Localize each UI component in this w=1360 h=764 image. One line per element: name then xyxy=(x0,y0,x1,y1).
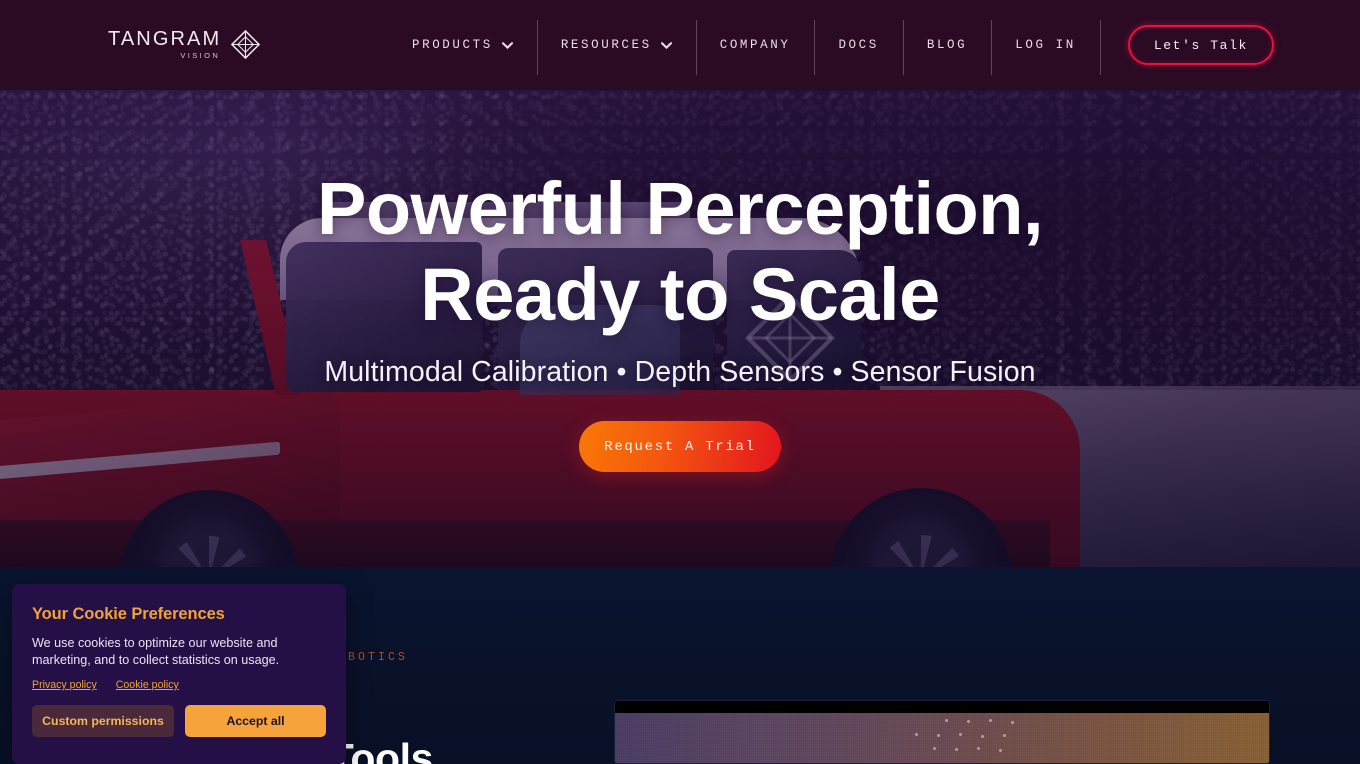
chevron-down-icon xyxy=(501,36,513,54)
cookie-preferences-dialog: Your Cookie Preferences We use cookies t… xyxy=(12,584,346,764)
tangram-diamond-logo-icon xyxy=(231,29,261,60)
chevron-down-icon xyxy=(660,36,672,54)
nav-item-resources-label: RESOURCES xyxy=(560,38,652,52)
nav-item-company[interactable]: COMPANY xyxy=(695,0,815,90)
nav-item-log-in[interactable]: LOG IN xyxy=(991,0,1100,90)
cookie-dialog-title: Your Cookie Preferences xyxy=(32,605,225,623)
nav-item-login-label: LOG IN xyxy=(1015,38,1076,52)
nav-cta-cell: Let's Talk xyxy=(1099,0,1274,90)
page-root: TANGRAM VISION PRODUCTS RESOURCES COMPAN… xyxy=(0,0,1360,764)
cookie-policy-link[interactable]: Cookie policy xyxy=(116,679,179,691)
nav-item-products-label: PRODUCTS xyxy=(412,38,493,52)
cookie-dialog-body: We use cookies to optimize our website a… xyxy=(32,636,280,667)
hero-section: Powerful Perception, Ready to Scale Mult… xyxy=(0,90,1360,567)
hero-title-line-2: Ready to Scale xyxy=(420,253,940,336)
brand-name: TANGRAM xyxy=(108,28,222,50)
section-media-panel[interactable] xyxy=(614,700,1270,764)
nav-item-products[interactable]: PRODUCTS xyxy=(388,0,537,90)
request-a-trial-button-label: Request A Trial xyxy=(604,438,756,455)
hero-subtitle: Multimodal Calibration • Depth Sensors •… xyxy=(324,356,1036,388)
nav-item-docs-label: DOCS xyxy=(838,38,879,52)
cookie-dialog-actions: Custom permissions Accept all xyxy=(32,705,326,737)
accept-all-button[interactable]: Accept all xyxy=(184,705,326,737)
custom-permissions-button[interactable]: Custom permissions xyxy=(32,705,174,737)
nav-item-docs[interactable]: DOCS xyxy=(814,0,902,90)
hero-title: Powerful Perception, Ready to Scale xyxy=(180,166,1180,338)
cookie-dialog-links: Privacy policy Cookie policy xyxy=(32,679,326,691)
hero-content: Powerful Perception, Ready to Scale Mult… xyxy=(0,90,1360,567)
section-media-dots xyxy=(615,713,1269,763)
lets-talk-button[interactable]: Let's Talk xyxy=(1127,25,1274,65)
section-media-image xyxy=(615,713,1269,763)
brand-logo[interactable]: TANGRAM VISION xyxy=(108,28,261,61)
top-navigation-bar: TANGRAM VISION PRODUCTS RESOURCES COMPAN… xyxy=(0,0,1360,90)
brand-logo-text: TANGRAM VISION xyxy=(108,28,221,61)
nav-item-blog[interactable]: BLOG xyxy=(902,0,991,90)
lets-talk-button-label: Let's Talk xyxy=(1153,38,1248,53)
nav-item-resources[interactable]: RESOURCES xyxy=(536,0,696,90)
privacy-policy-link[interactable]: Privacy policy xyxy=(32,679,97,691)
nav-item-company-label: COMPANY xyxy=(719,38,791,52)
hero-title-line-1: Powerful Perception, xyxy=(316,167,1044,250)
brand-subname: VISION xyxy=(180,51,221,60)
nav-item-blog-label: BLOG xyxy=(926,38,968,52)
nav-links: PRODUCTS RESOURCES COMPANY DOCS BLOG LOG… xyxy=(388,0,1274,90)
request-a-trial-button[interactable]: Request A Trial xyxy=(579,421,781,472)
